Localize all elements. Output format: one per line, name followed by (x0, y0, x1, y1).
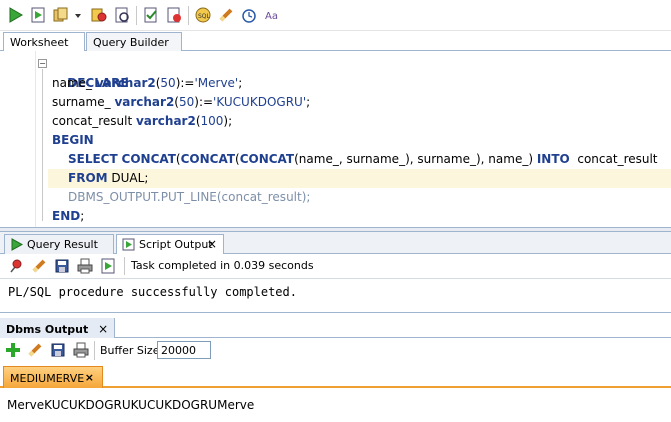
tab-query-result[interactable]: Query Result (4, 234, 114, 254)
svg-text:SQL: SQL (198, 13, 211, 20)
print-icon[interactable] (76, 257, 94, 275)
fold-guide-line (42, 69, 43, 221)
tab-script-output[interactable]: Script Output × (116, 234, 224, 254)
code-line-1: DECLARE (67, 76, 129, 90)
code-line-4: concat_result varchar2(100); (52, 114, 233, 128)
svg-text:Aa: Aa (265, 11, 278, 22)
script-output-text: PL/SQL procedure successfully completed. (8, 285, 297, 299)
script-output-area[interactable]: PL/SQL procedure successfully completed. (0, 279, 671, 313)
commit-icon[interactable] (142, 6, 160, 24)
rollback-icon[interactable] (165, 6, 183, 24)
worksheet-toolbar: SQL Aa (0, 0, 671, 31)
tab-query-builder[interactable]: Query Builder (86, 32, 182, 51)
save-icon[interactable] (49, 341, 67, 359)
code-line-8: DBMS_OUTPUT.PUT_LINE(concat_result); (68, 190, 311, 204)
tab-connection-mediumerve[interactable]: MEDIUMERVE × (3, 366, 103, 388)
to-upper-lower-icon[interactable]: Aa (263, 6, 281, 24)
tab-worksheet[interactable]: Worksheet (3, 32, 85, 52)
dbms-output-toolbar: Buffer Size: (0, 338, 671, 362)
connection-tab-row: MEDIUMERVE × (0, 362, 671, 388)
code-line-6: SELECT CONCAT(CONCAT(CONCAT(name_, surna… (68, 152, 658, 166)
toolbar-separator (188, 6, 189, 25)
code-line-3: surname_ varchar2(50):='KUCUKDOGRU'; (52, 95, 311, 109)
clear-icon[interactable] (217, 6, 235, 24)
run-script-icon[interactable] (29, 6, 47, 24)
fold-toggle-icon[interactable]: − (38, 59, 47, 68)
close-tab-icon[interactable]: × (207, 237, 217, 251)
clear-icon[interactable] (30, 257, 48, 275)
sql-editor[interactable]: − DECLARE name_ varchar2(50):='Merve'; s… (0, 51, 671, 227)
worksheet-tab-row: Worksheet Query Builder (0, 31, 671, 52)
tab-dbms-output[interactable]: Dbms Output × (0, 318, 116, 338)
print-icon[interactable] (72, 341, 90, 359)
results-tab-row: Query Result Script Output × (0, 232, 671, 254)
explain-plan-icon[interactable] (52, 6, 70, 24)
script-output-toolbar: Task completed in 0.039 seconds (0, 254, 671, 279)
editor-gutter (0, 51, 36, 227)
clear-icon[interactable] (26, 341, 44, 359)
save-icon[interactable] (53, 257, 71, 275)
task-status-text: Task completed in 0.039 seconds (131, 259, 314, 272)
toolbar-separator (136, 6, 137, 25)
tab-script-output-label: Script Output (139, 238, 213, 251)
script-output-icon (122, 238, 135, 251)
run-statement-icon[interactable] (6, 6, 24, 24)
close-tab-icon[interactable]: × (85, 371, 94, 384)
pin-icon[interactable] (6, 257, 24, 275)
autotrace-icon[interactable] (90, 6, 108, 24)
code-line-9: END; (52, 209, 85, 223)
code-line-2: name_ varchar2(50):='Merve'; (52, 76, 243, 90)
buffer-size-label: Buffer Size: (100, 344, 164, 357)
run-output-icon[interactable] (99, 257, 117, 275)
dbms-output-header: Dbms Output × (0, 318, 671, 338)
dropdown-arrow-icon[interactable] (74, 6, 82, 24)
dbms-output-text: MerveKUCUKDOGRUKUCUKDOGRUMerve (7, 398, 255, 412)
toolbar-separator (124, 257, 125, 275)
run-triangle-icon (10, 238, 24, 251)
tab-query-result-label: Query Result (27, 238, 98, 251)
dbms-output-title: Dbms Output (6, 323, 89, 336)
sql-history-icon[interactable]: SQL (194, 6, 212, 24)
close-panel-icon[interactable]: × (98, 322, 108, 336)
enable-dbms-output-icon[interactable] (4, 341, 22, 359)
sql-tuning-icon[interactable] (113, 6, 131, 24)
history-clock-icon[interactable] (240, 6, 258, 24)
code-line-7: FROM DUAL; (68, 171, 149, 185)
toolbar-separator (94, 341, 95, 360)
connection-tab-label: MEDIUMERVE (10, 372, 85, 385)
code-line-5: BEGIN (52, 133, 94, 147)
buffer-size-input[interactable] (157, 341, 211, 359)
